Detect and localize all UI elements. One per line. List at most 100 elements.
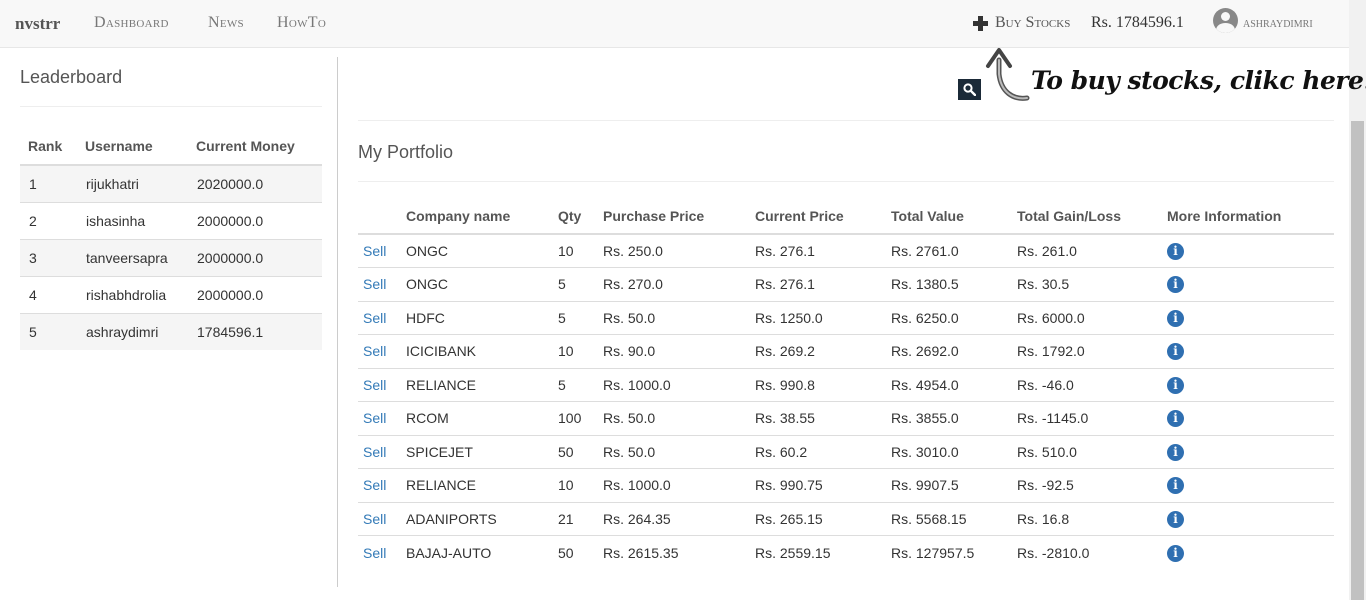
user-menu[interactable]: ashraydimri [1213,8,1313,33]
total-value-cell: Rs. 2761.0 [891,233,1017,268]
current-price-cell: Rs. 1250.0 [755,300,891,335]
purchase-price-cell: Rs. 264.35 [603,501,755,536]
gain-loss-cell: Rs. 261.0 [1017,233,1167,268]
rank-cell: 3 [20,238,77,276]
portfolio-title: My Portfolio [358,142,454,162]
gain-loss-cell: Rs. 510.0 [1017,434,1167,469]
buy-stocks-hint: To buy stocks, clikc here. [1031,66,1366,95]
table-row: Sell RCOM 100 Rs. 50.0 Rs. 38.55 Rs. 3855.0 Rs… [358,401,1334,435]
company-cell: HDFC [406,300,558,335]
curved-arrow-icon [986,48,1030,101]
table-row: Sell ONGC 5 Rs. 270.0 Rs. 276.1 Rs. 1380.5 Rs.… [358,267,1334,301]
column-header: Current Price [755,199,891,235]
purchase-price-cell: Rs. 50.0 [603,401,755,435]
sell-cell: Sell [358,468,406,502]
sell-link[interactable]: Sell [363,377,386,393]
total-value-cell: Rs. 3010.0 [891,434,1017,469]
sell-cell: Sell [358,300,406,335]
info-icon[interactable]: i [1167,309,1184,327]
total-value-cell: Rs. 5568.15 [891,501,1017,536]
nav-news[interactable]: News [208,14,244,32]
gain-loss-cell: Rs. 30.5 [1017,267,1167,301]
scrollbar-thumb[interactable] [1351,121,1364,600]
leaderboard-row: 3 tanveersapra 2000000.0 [20,238,322,276]
info-icon[interactable]: i [1167,510,1184,528]
column-header: Rank [20,128,77,166]
qty-cell: 10 [558,334,603,368]
info-icon[interactable]: i [1167,443,1184,461]
column-header: Username [77,128,188,166]
info-icon[interactable]: i [1167,410,1184,428]
sell-link[interactable]: Sell [363,343,386,359]
sell-link[interactable]: Sell [363,511,386,527]
current-price-cell: Rs. 990.75 [755,468,891,502]
username-cell: rijukhatri [77,164,188,202]
current-price-cell: Rs. 990.8 [755,367,891,402]
buy-stocks-button[interactable]: Buy Stocks [973,14,1070,32]
info-icon[interactable]: i [1167,276,1184,294]
qty-cell: 50 [558,535,603,569]
money-cell: 2020000.0 [188,164,322,202]
qty-cell: 5 [558,267,603,301]
table-row: Sell ONGC 10 Rs. 250.0 Rs. 276.1 Rs. 2761.0 Rs… [358,233,1334,268]
nav-dashboard[interactable]: Dashboard [94,14,169,32]
sell-cell: Sell [358,267,406,301]
qty-cell: 10 [558,468,603,502]
column-header: Total Value [891,199,1017,235]
search-icon [963,83,976,96]
column-header: Total Gain/Loss [1017,199,1167,235]
total-value-cell: Rs. 127957.5 [891,535,1017,569]
nav-howto[interactable]: HowTo [277,14,326,32]
gain-loss-cell: Rs. 16.8 [1017,501,1167,536]
more-info-cell: i [1167,267,1334,301]
table-row: Sell ADANIPORTS 21 Rs. 264.35 Rs. 265.15 Rs. … [358,501,1334,536]
sell-link[interactable]: Sell [363,310,386,326]
qty-cell: 5 [558,367,603,402]
qty-cell: 5 [558,300,603,335]
gain-loss-cell: Rs. 1792.0 [1017,334,1167,368]
column-header: Purchase Price [603,199,755,235]
current-price-cell: Rs. 60.2 [755,434,891,469]
sell-cell: Sell [358,233,406,268]
rank-cell: 4 [20,275,77,313]
info-icon[interactable]: i [1167,477,1184,495]
sell-link[interactable]: Sell [363,545,386,561]
sell-cell: Sell [358,367,406,402]
sell-link[interactable]: Sell [363,477,386,493]
rank-cell: 2 [20,201,77,239]
total-value-cell: Rs. 4954.0 [891,367,1017,402]
gain-loss-cell: Rs. -2810.0 [1017,535,1167,569]
search-button[interactable] [958,79,981,100]
total-value-cell: Rs. 6250.0 [891,300,1017,335]
info-icon[interactable]: i [1167,376,1184,394]
sell-link[interactable]: Sell [363,444,386,460]
column-header: Company name [406,199,558,235]
purchase-price-cell: Rs. 1000.0 [603,468,755,502]
current-price-cell: Rs. 265.15 [755,501,891,536]
purchase-price-cell: Rs. 2615.35 [603,535,755,569]
navbar: nvstrr Dashboard News HowTo Buy Stocks R… [0,0,1349,48]
money-cell: 1784596.1 [188,312,322,350]
money-cell: 2000000.0 [188,238,322,276]
company-cell: RELIANCE [406,367,558,402]
sell-link[interactable]: Sell [363,410,386,426]
username-cell: tanveersapra [77,238,188,276]
user-icon [1213,8,1238,33]
leaderboard-row: 2 ishasinha 2000000.0 [20,201,322,239]
buy-stocks-label: Buy Stocks [995,14,1071,31]
purchase-price-cell: Rs. 270.0 [603,267,755,301]
more-info-cell: i [1167,334,1334,368]
table-row: Sell RELIANCE 10 Rs. 1000.0 Rs. 990.75 Rs. 99… [358,468,1334,502]
sell-link[interactable]: Sell [363,243,386,259]
info-icon[interactable]: i [1167,343,1184,361]
leaderboard-row: 5 ashraydimri 1784596.1 [20,312,322,350]
leaderboard-table: Rank Username Current Money 1 rijukhatri 2… [20,128,322,350]
info-icon[interactable]: i [1167,544,1184,562]
brand-logo[interactable]: nvstrr [15,14,60,34]
info-icon[interactable]: i [1167,243,1184,260]
sell-link[interactable]: Sell [363,276,386,292]
sell-cell: Sell [358,501,406,536]
qty-cell: 10 [558,233,603,268]
more-info-cell: i [1167,468,1334,502]
more-info-cell: i [1167,501,1334,536]
